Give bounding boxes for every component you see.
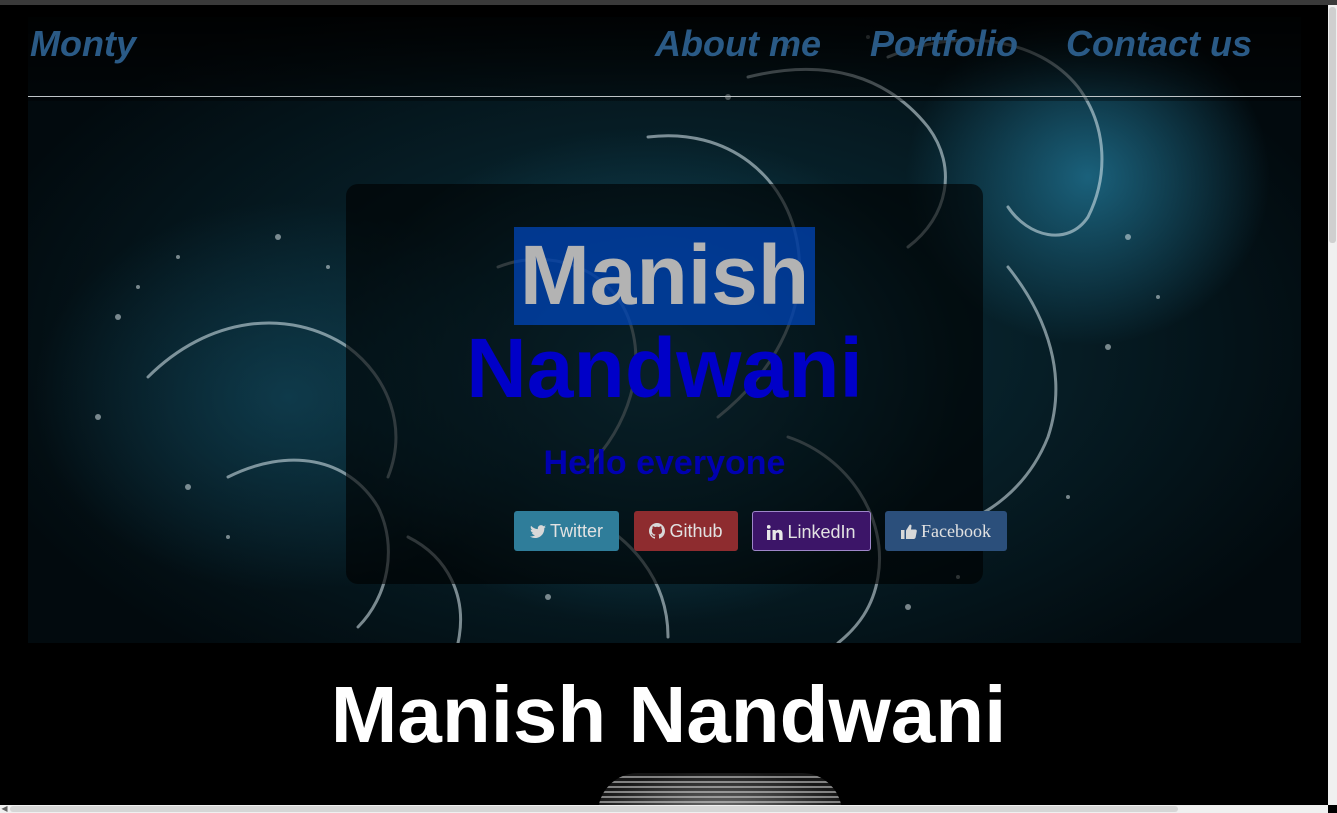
vertical-scrollbar-thumb[interactable] — [1329, 7, 1336, 243]
horizontal-scrollbar-thumb[interactable] — [10, 806, 1178, 812]
linkedin-label: LinkedIn — [787, 522, 856, 542]
twitter-button[interactable]: Twitter — [514, 511, 619, 551]
github-label: Github — [669, 521, 723, 541]
nav-divider — [28, 96, 1301, 97]
hero-section: Monty About me Portfolio Contact us Mani… — [28, 17, 1301, 643]
twitter-bird-icon — [529, 513, 546, 553]
scroll-left-arrow-icon[interactable]: ◀ — [0, 805, 9, 813]
intro-card: Manish Nandwani Hello everyone Twitter G… — [346, 184, 1007, 584]
github-octocat-icon — [649, 513, 666, 553]
nav-portfolio[interactable]: Portfolio — [870, 23, 1018, 65]
thumbs-up-icon — [901, 513, 917, 553]
linkedin-button[interactable]: LinkedIn — [752, 511, 871, 551]
page: Monty About me Portfolio Contact us Mani… — [0, 5, 1337, 813]
github-button[interactable]: Github — [634, 511, 738, 551]
nav-contact-us[interactable]: Contact us — [1066, 23, 1252, 65]
greeting-text: Hello everyone — [543, 444, 786, 482]
first-name-heading: Manish — [514, 227, 815, 325]
footer-name-heading: Manish Nandwani — [330, 670, 1007, 759]
twitter-label: Twitter — [549, 521, 603, 541]
linkedin-in-icon — [767, 514, 784, 554]
vertical-scrollbar[interactable] — [1328, 5, 1337, 805]
horizontal-scrollbar[interactable] — [0, 805, 1328, 813]
last-name-heading: Nandwani — [466, 321, 863, 415]
brand-link[interactable]: Monty — [30, 23, 136, 65]
facebook-label: Facebook — [921, 521, 991, 541]
nav-about-me[interactable]: About me — [655, 23, 821, 65]
facebook-button[interactable]: Facebook — [885, 511, 1007, 551]
